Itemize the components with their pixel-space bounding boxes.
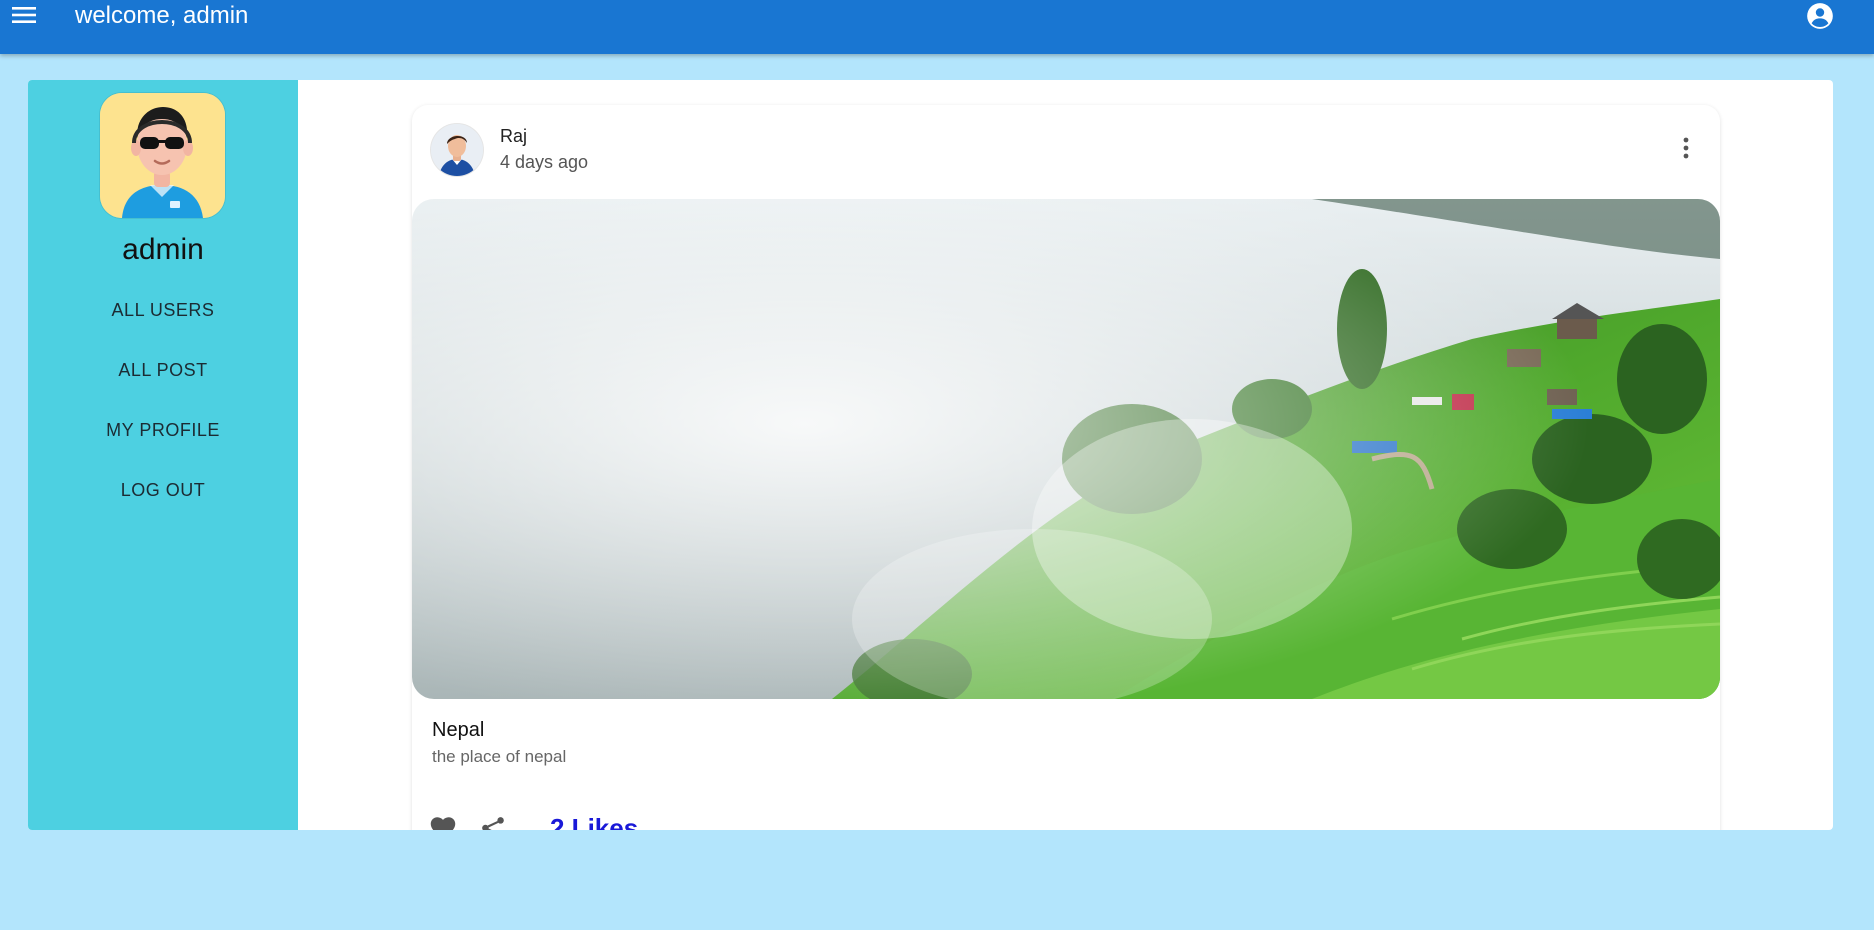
account-button[interactable] bbox=[1805, 1, 1835, 31]
share-button[interactable] bbox=[476, 811, 510, 830]
post-image bbox=[412, 199, 1720, 699]
post-description: the place of nepal bbox=[432, 747, 567, 766]
main-container: admin ALL USERS ALL POST MY PROFILE LOG … bbox=[28, 80, 1833, 830]
post-author-name[interactable]: Raj bbox=[500, 126, 527, 147]
more-vert-icon bbox=[1683, 137, 1689, 159]
sidebar: admin ALL USERS ALL POST MY PROFILE LOG … bbox=[28, 80, 298, 830]
sidebar-item-my-profile[interactable]: MY PROFILE bbox=[28, 419, 298, 441]
menu-button[interactable] bbox=[10, 3, 40, 27]
sidebar-item-log-out[interactable]: LOG OUT bbox=[28, 479, 298, 501]
post-image-landscape bbox=[412, 199, 1720, 699]
sidebar-username: admin bbox=[122, 233, 204, 266]
post-title: Nepal bbox=[432, 719, 485, 741]
sidebar-item-all-users[interactable]: ALL USERS bbox=[28, 299, 298, 321]
post-timestamp: 4 days ago bbox=[500, 152, 589, 172]
sidebar-item-all-post[interactable]: ALL POST bbox=[28, 359, 298, 381]
profile-avatar-image bbox=[100, 93, 225, 218]
share-icon bbox=[482, 817, 504, 830]
profile-avatar bbox=[100, 93, 225, 218]
heart-icon bbox=[430, 817, 456, 830]
likes-count[interactable]: 2 Likes bbox=[550, 813, 638, 830]
post-card: Raj 4 days ago Nepal the place of nepal … bbox=[412, 105, 1720, 830]
post-more-button[interactable] bbox=[1674, 133, 1698, 163]
account-circle-icon bbox=[1807, 3, 1833, 29]
menu-icon bbox=[12, 7, 36, 23]
post-author-avatar bbox=[431, 124, 483, 176]
like-button[interactable] bbox=[426, 811, 460, 830]
app-title: welcome, admin bbox=[75, 2, 249, 29]
post-author-avatar-image bbox=[431, 124, 483, 176]
app-bar: welcome, admin bbox=[0, 0, 1874, 54]
